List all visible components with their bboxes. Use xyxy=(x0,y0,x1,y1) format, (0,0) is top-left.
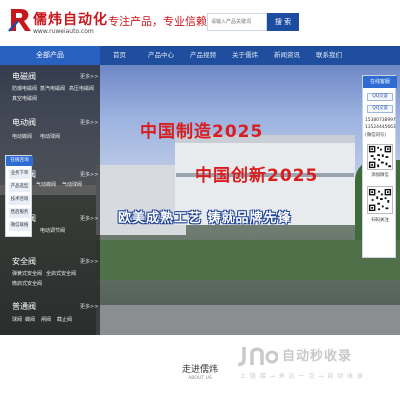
page: 儒炜自动化 www.ruweiauto.com 专注产品，专业信赖! 搜 索 中… xyxy=(0,0,400,400)
nav-item-home[interactable]: 首页 xyxy=(113,46,126,65)
category-sub-link[interactable]: 防爆电磁阀 xyxy=(12,85,37,92)
customer-service-panel: 在线客服 QQ交谈 QQ交谈 15380738997 13524445663 (… xyxy=(362,75,397,258)
category-sub-link[interactable]: 气动球阀 xyxy=(62,181,82,188)
nav-all-products[interactable]: 全部产品 xyxy=(0,46,100,65)
category-sub-link[interactable]: 全启式安全阀 xyxy=(46,270,76,277)
trees-row xyxy=(96,240,400,280)
online-consult-header[interactable]: 在线咨询 xyxy=(6,156,33,166)
category-more-link[interactable]: 更多>> xyxy=(80,258,98,265)
road xyxy=(96,305,400,335)
category-sub-link[interactable]: 电动蝶阀 xyxy=(12,133,32,140)
category-sub-link[interactable]: 截止阀 xyxy=(57,316,72,323)
qr-label: 添加微信 xyxy=(371,173,389,178)
category-sub-link[interactable]: 微启式安全阀 xyxy=(12,280,42,287)
category-more-link[interactable]: 更多>> xyxy=(80,215,98,222)
category-sub-link[interactable]: 弹簧式安全阀 xyxy=(12,270,42,277)
follow-qr-code xyxy=(367,186,393,214)
consult-order-button[interactable]: 业务下单 xyxy=(9,169,30,179)
consult-aftersales-button[interactable]: 售后服务 xyxy=(9,208,30,218)
category-sub-link[interactable]: 球阀 xyxy=(12,316,22,323)
category-sub-link[interactable]: 蝶阀 xyxy=(25,316,35,323)
logo-name: 儒炜自动化 xyxy=(33,12,108,28)
slogan: 专注产品，专业信赖! xyxy=(108,15,212,28)
category-more-link[interactable]: 更多>> xyxy=(80,171,98,178)
qr-label: 扫码关注 xyxy=(371,218,389,223)
logo[interactable]: 儒炜自动化 www.ruweiauto.com xyxy=(8,7,107,39)
category-sub-link[interactable]: 真空电磁阀 xyxy=(12,95,37,102)
category-more-link[interactable]: 更多>> xyxy=(80,119,98,126)
nav-item-contact[interactable]: 联系我们 xyxy=(316,46,342,65)
category-sub-link[interactable]: 高压电磁阀 xyxy=(69,85,94,92)
consult-wechat-button[interactable]: 微信联络 xyxy=(9,221,30,231)
qq-chat-button[interactable]: QQ交谈 xyxy=(367,105,393,113)
phone-number: 15380738997 xyxy=(365,118,396,123)
watermark-name: 自动秒收录 xyxy=(282,349,353,364)
logo-url: www.ruweiauto.com xyxy=(33,28,94,35)
category-more-link[interactable]: 更多>> xyxy=(80,73,98,80)
category-sub-link[interactable]: 气动蝶阀 xyxy=(36,181,56,188)
hero-title-made: 中国制造2025 xyxy=(140,122,264,142)
category-sub-link[interactable]: 电动调节阀 xyxy=(40,227,65,234)
category-sub-link[interactable]: 闸阀 xyxy=(41,316,51,323)
search-button[interactable]: 搜 索 xyxy=(267,13,299,31)
customer-service-header: 在线客服 xyxy=(363,76,397,88)
wechat-qr-code xyxy=(367,144,393,170)
watermark-logo-icon xyxy=(238,347,278,367)
qq-chat-button[interactable]: QQ交谈 xyxy=(367,93,393,101)
category-title[interactable]: 电磁阀 xyxy=(12,71,36,82)
nav-item-news[interactable]: 新闻资讯 xyxy=(274,46,300,65)
category-title[interactable]: 电动阀 xyxy=(12,117,36,128)
consult-tech-button[interactable]: 技术咨询 xyxy=(9,195,30,205)
category-sub-link[interactable]: 电动球阀 xyxy=(40,133,60,140)
watermark: 自动秒收录 上 链 接 → 来 访 一 次 → 自 动 收 录 xyxy=(238,343,388,385)
nav-item-videos[interactable]: 产品视频 xyxy=(190,46,216,65)
hero-title-innovation: 中国创新2025 xyxy=(195,166,319,186)
category-sub-link[interactable]: 蒸汽电磁阀 xyxy=(40,85,65,92)
category-more-link[interactable]: 更多>> xyxy=(80,303,98,310)
online-consult-panel: 在线咨询 业务下单 产品选型 技术咨询 售后服务 微信联络 xyxy=(5,155,33,237)
hero-tagline: 欧美成熟工艺 铸就品牌先锋 xyxy=(118,211,292,226)
phone-note: (微信同号) xyxy=(365,133,386,138)
nav-item-products[interactable]: 产品中心 xyxy=(148,46,174,65)
nav-item-about[interactable]: 关于儒炜 xyxy=(232,46,258,65)
header: 儒炜自动化 www.ruweiauto.com 专注产品，专业信赖! 搜 索 xyxy=(0,0,400,46)
category-title[interactable]: 安全阀 xyxy=(12,256,36,267)
search-input[interactable] xyxy=(207,13,267,31)
category-title[interactable]: 普通阀 xyxy=(12,301,36,312)
phone-number: 13524445663 xyxy=(365,125,396,130)
logo-r-icon xyxy=(8,9,31,32)
watermark-tagline: 上 链 接 → 来 访 一 次 → 自 动 收 录 xyxy=(240,373,364,380)
consult-selection-button[interactable]: 产品选型 xyxy=(9,182,30,192)
